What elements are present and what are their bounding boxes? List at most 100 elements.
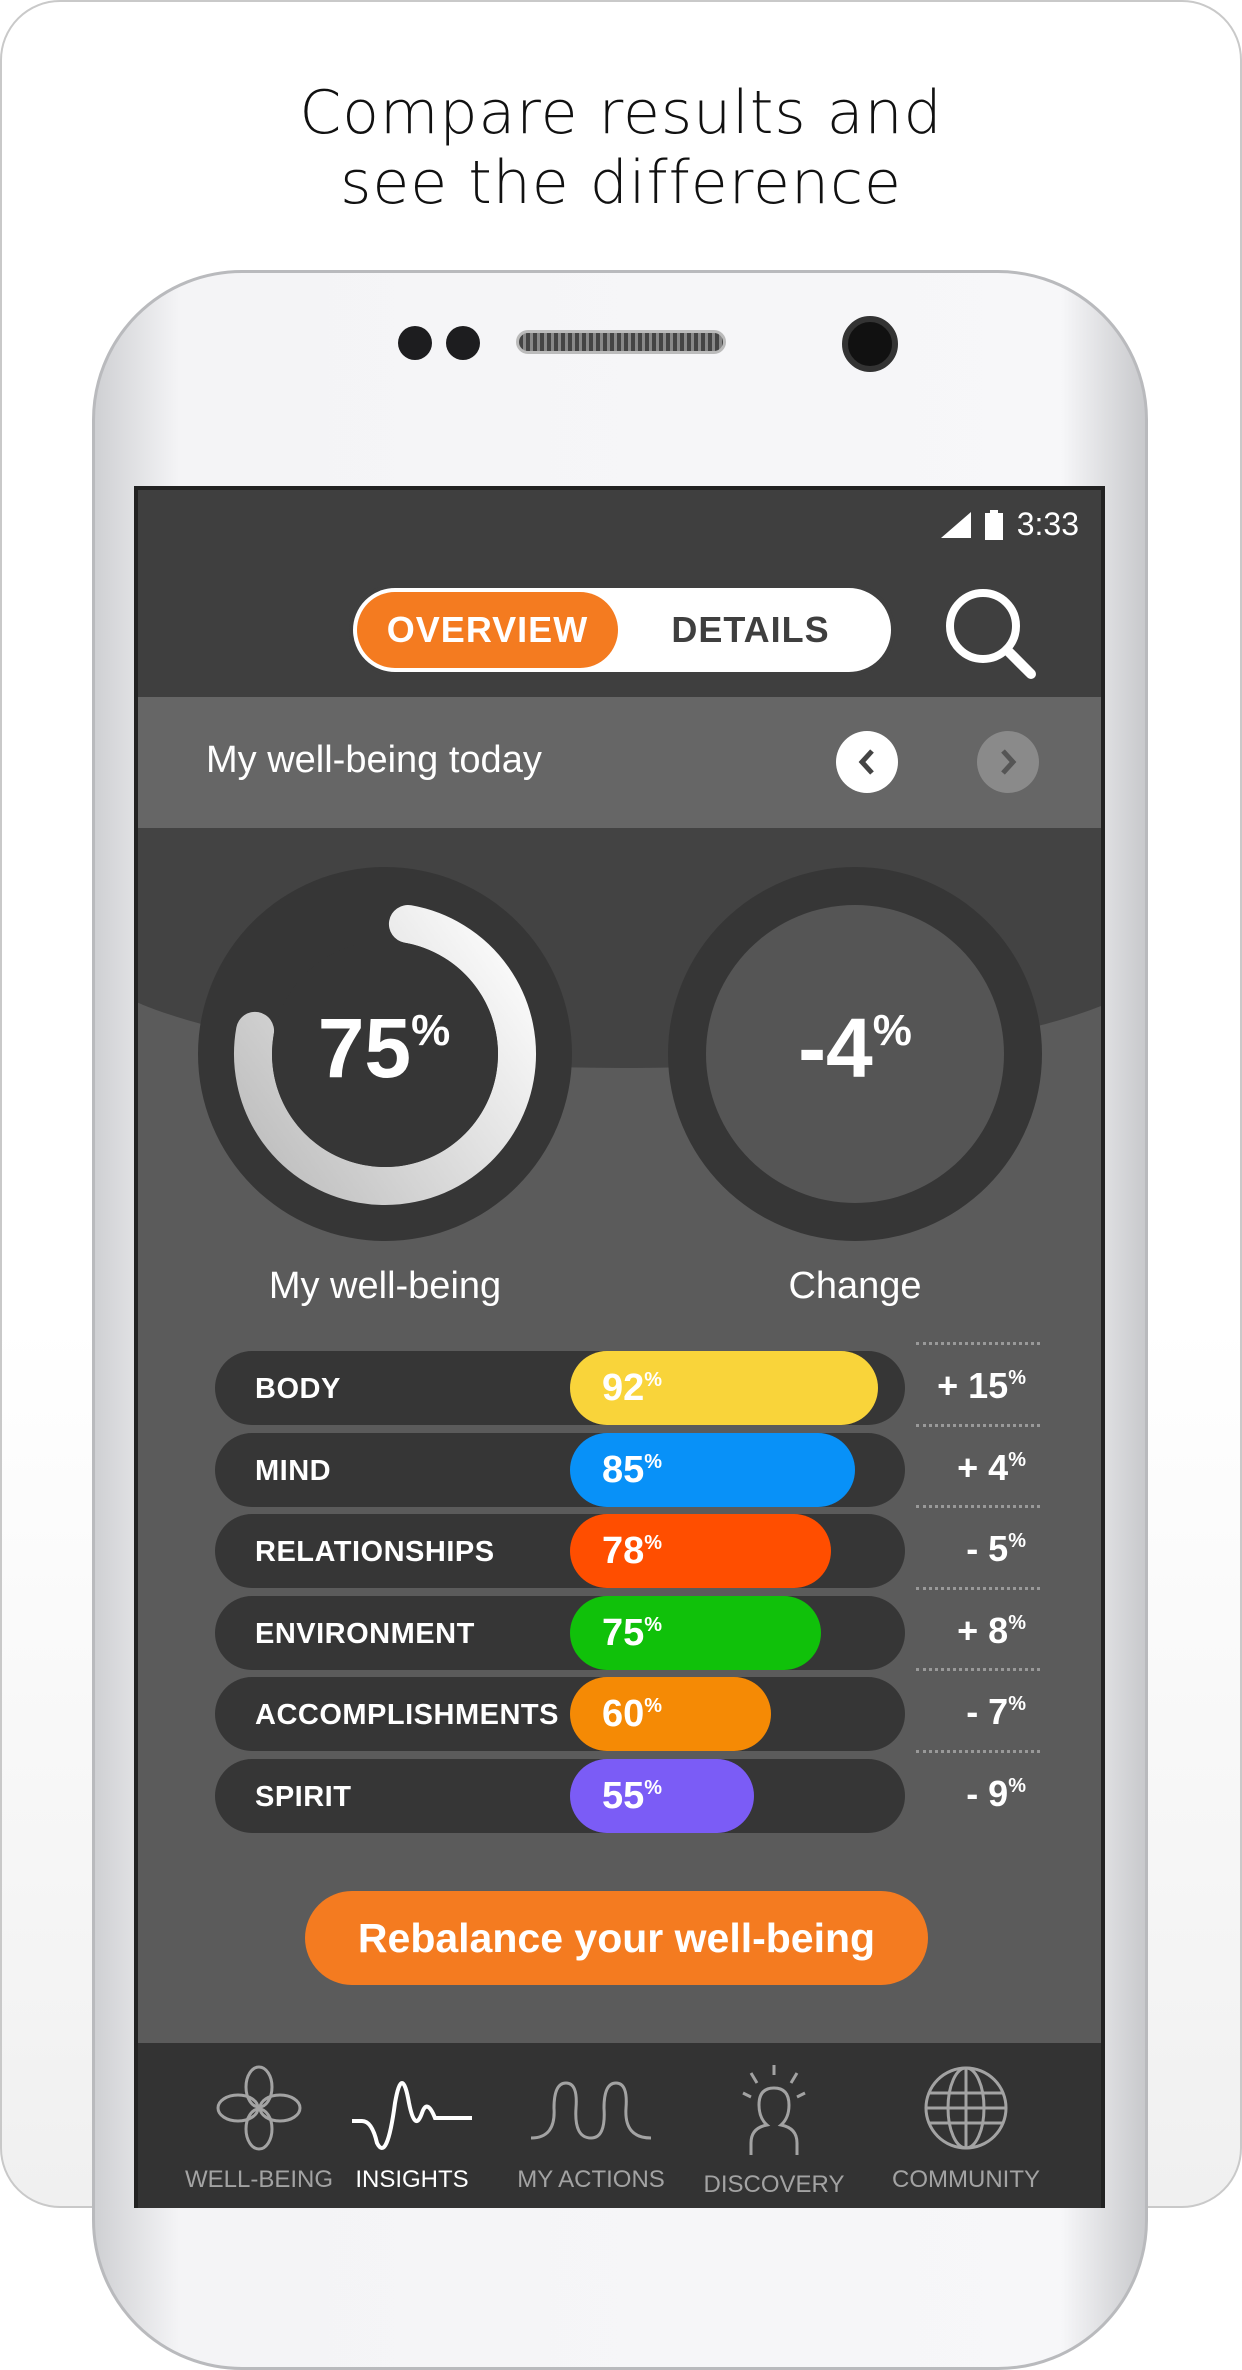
category-name: BODY <box>255 1373 341 1405</box>
battery-icon <box>984 509 1003 540</box>
category-bar: 75% <box>570 1595 821 1670</box>
sensor-icon <box>398 326 432 360</box>
category-bar: 85% <box>570 1432 855 1507</box>
category-change: + 8% <box>908 1610 1026 1652</box>
category-value: 92% <box>602 1367 662 1410</box>
wellbeing-label: My well-being <box>268 1265 502 1307</box>
category-change-number: - 9 <box>966 1772 1009 1814</box>
category-bar: 55% <box>570 1758 754 1833</box>
sensor-icon <box>446 326 480 360</box>
wellbeing-number: 75 <box>317 1001 412 1095</box>
percent-sign: % <box>644 1776 663 1799</box>
category-value-number: 55 <box>602 1774 645 1817</box>
divider <box>916 1423 1040 1427</box>
app-screen: 3:33 OVERVIEW DETAILS My well-being toda… <box>134 486 1105 2208</box>
category-name: SPIRIT <box>255 1780 352 1813</box>
wave-icon <box>352 2081 472 2150</box>
nav-discovery[interactable]: DISCOVERY <box>684 2063 864 2199</box>
status-bar: 3:33 <box>940 506 1079 543</box>
category-value-number: 92 <box>602 1367 645 1409</box>
change-number: -4 <box>798 1001 873 1095</box>
percent-sign: % <box>1008 1693 1026 1715</box>
percent-sign: % <box>644 1695 663 1717</box>
category-bar: 92% <box>570 1351 878 1425</box>
globe-icon <box>924 2066 1008 2150</box>
category-change: - 7% <box>908 1691 1026 1733</box>
nav-label: COMMUNITY <box>892 2166 1040 2193</box>
percent-sign: % <box>1008 1530 1026 1552</box>
flower-icon <box>216 2065 302 2151</box>
category-value: 78% <box>602 1530 662 1573</box>
change-label: Change <box>788 1265 922 1307</box>
nav-label: DISCOVERY <box>703 2171 845 2198</box>
search-icon[interactable] <box>943 586 1039 682</box>
divider <box>916 1586 1040 1590</box>
wellbeing-unit: % <box>411 1006 451 1055</box>
percent-sign: % <box>1008 1774 1026 1797</box>
category-row[interactable]: ENVIRONMENT 75% <box>215 1595 905 1670</box>
wellbeing-value: 75% <box>234 1000 534 1097</box>
divider <box>916 1749 1040 1753</box>
category-row[interactable]: ACCOMPLISHMENTS 60% <box>215 1677 905 1751</box>
chevron-left-icon <box>858 749 874 775</box>
category-change-number: - 5 <box>966 1528 1009 1569</box>
category-bar: 78% <box>570 1514 831 1588</box>
tab-details[interactable]: DETAILS <box>618 592 883 668</box>
category-row[interactable]: RELATIONSHIPS 78% <box>215 1514 905 1588</box>
category-name: RELATIONSHIPS <box>255 1536 495 1568</box>
chevron-right-icon <box>1001 749 1017 775</box>
category-value-number: 60 <box>602 1693 645 1735</box>
category-change: + 4% <box>908 1447 1026 1489</box>
category-change-number: - 7 <box>966 1691 1009 1732</box>
signal-icon <box>940 511 971 538</box>
headline-line-2: see the difference <box>340 148 902 218</box>
view-toggle: OVERVIEW DETAILS <box>349 584 895 676</box>
next-button[interactable] <box>977 731 1039 793</box>
category-row[interactable]: BODY 92% <box>215 1351 905 1425</box>
change-value: -4% <box>705 1000 1005 1097</box>
percent-sign: % <box>644 1613 663 1636</box>
divider <box>916 1505 1040 1508</box>
date-title: My well-being today <box>206 739 542 781</box>
category-name: MIND <box>255 1454 332 1487</box>
nav-insights[interactable]: INSIGHTS <box>322 2063 502 2194</box>
divider <box>916 1668 1040 1671</box>
category-row[interactable]: SPIRIT 55% <box>215 1758 905 1833</box>
category-value: 75% <box>602 1612 662 1655</box>
divider <box>916 1342 1040 1345</box>
category-name: ACCOMPLISHMENTS <box>255 1699 559 1731</box>
category-change: + 15% <box>908 1365 1026 1407</box>
category-value-number: 85 <box>602 1448 645 1491</box>
clock: 3:33 <box>1016 506 1079 542</box>
percent-sign: % <box>644 1450 663 1473</box>
category-value-number: 75 <box>602 1611 645 1654</box>
nav-label: INSIGHTS <box>355 2166 469 2193</box>
tab-overview[interactable]: OVERVIEW <box>357 592 618 668</box>
lightbulb-person-icon <box>742 2065 806 2155</box>
category-value-number: 78 <box>602 1530 645 1572</box>
headline-line-1: Compare results and <box>299 78 943 148</box>
category-change: - 5% <box>908 1528 1026 1570</box>
loops-icon <box>530 2081 652 2140</box>
speaker <box>516 330 726 354</box>
percent-sign: % <box>644 1369 663 1391</box>
category-value: 85% <box>602 1449 662 1492</box>
category-change: - 9% <box>908 1773 1026 1815</box>
percent-sign: % <box>1008 1611 1026 1634</box>
percent-sign: % <box>1008 1367 1026 1389</box>
category-change-number: + 4 <box>957 1446 1009 1488</box>
rebalance-button[interactable]: Rebalance your well-being <box>305 1891 928 1985</box>
category-name: ENVIRONMENT <box>255 1617 475 1650</box>
date-row: My well-being today <box>138 697 1101 828</box>
category-value: 55% <box>602 1775 662 1818</box>
previous-button[interactable] <box>836 731 898 793</box>
headline: Compare results and see the difference <box>0 78 1242 218</box>
nav-my-actions[interactable]: MY ACTIONS <box>501 2063 681 2194</box>
change-unit: % <box>872 1006 912 1055</box>
percent-sign: % <box>1008 1448 1026 1471</box>
category-change-number: + 15 <box>937 1365 1009 1406</box>
category-change-number: + 8 <box>957 1609 1009 1651</box>
category-row[interactable]: MIND 85% <box>215 1432 905 1507</box>
percent-sign: % <box>644 1532 663 1554</box>
nav-community[interactable]: COMMUNITY <box>876 2063 1056 2194</box>
